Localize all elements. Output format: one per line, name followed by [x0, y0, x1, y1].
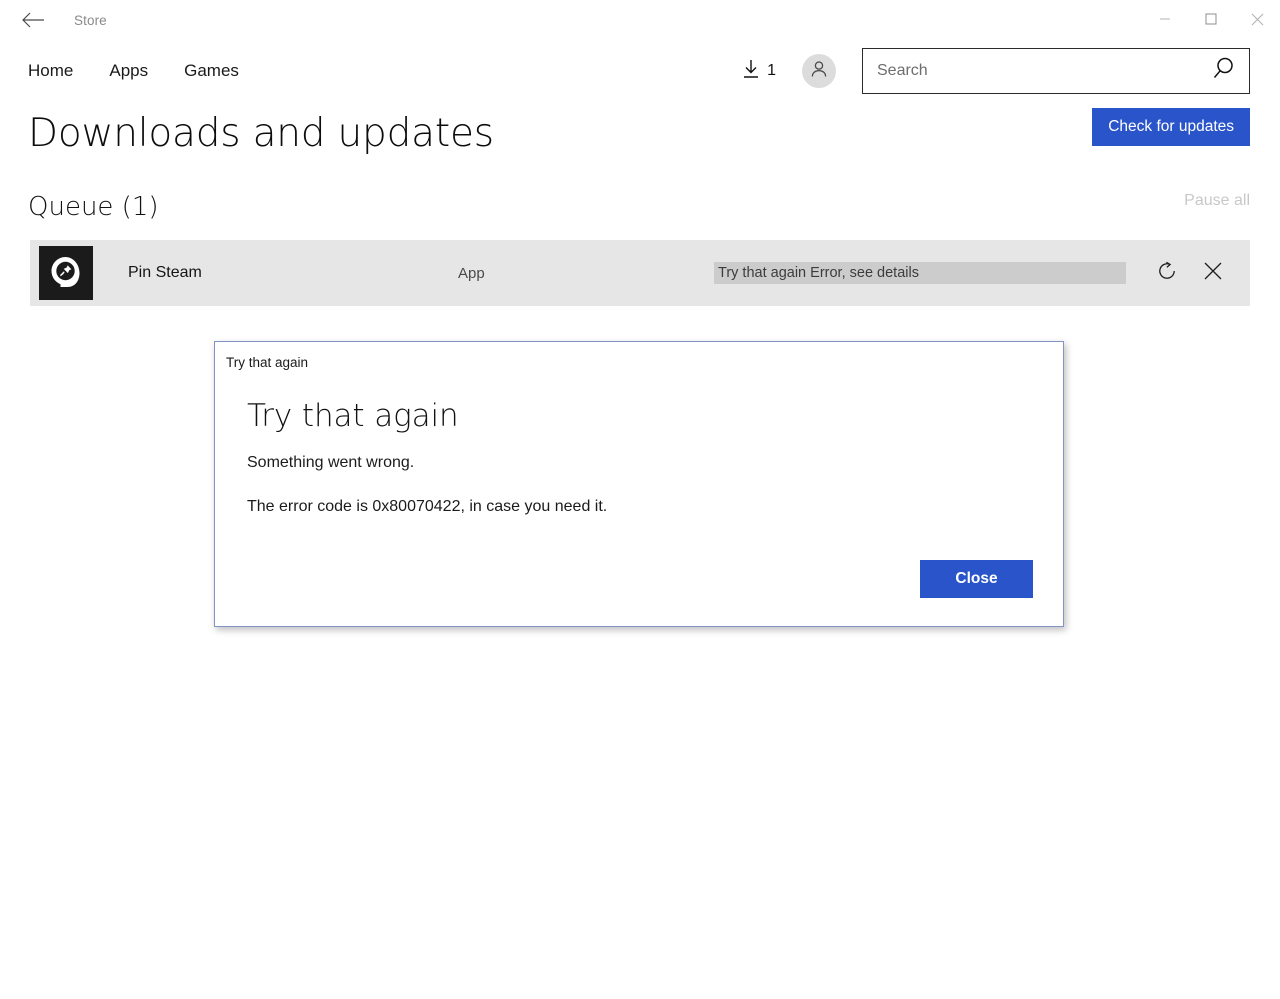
account-avatar[interactable] — [802, 54, 836, 88]
user-avatar-icon — [808, 58, 830, 85]
dialog-titlebar-text: Try that again — [226, 354, 309, 370]
dialog-message-errorcode: The error code is 0x80070422, in case yo… — [247, 498, 608, 515]
queue-row: Pin Steam App Try that again Error, see … — [30, 240, 1250, 306]
nav-links: Home Apps Games — [28, 61, 275, 81]
dialog-body: Try that again Something went wrong. The… — [215, 382, 1063, 516]
nav-right-cluster: 1 — [741, 40, 1250, 102]
dialog-footer: Close — [920, 560, 1033, 598]
queue-item-name: Pin Steam — [128, 264, 202, 281]
search-button[interactable] — [1199, 49, 1249, 93]
minimize-button[interactable] — [1142, 0, 1188, 38]
close-icon — [1251, 13, 1264, 26]
download-arrow-icon — [741, 58, 761, 85]
downloads-count: 1 — [767, 62, 776, 79]
check-for-updates-button[interactable]: Check for updates — [1092, 108, 1250, 146]
retry-button[interactable] — [1144, 250, 1190, 296]
back-arrow-icon — [21, 11, 45, 29]
window-controls — [1142, 0, 1280, 40]
queue-item-progress: Try that again Error, see details — [714, 262, 1126, 284]
search-box[interactable] — [862, 48, 1250, 94]
dialog-titlebar: Try that again — [215, 342, 1063, 382]
pin-steam-app-icon — [39, 246, 93, 300]
downloads-indicator[interactable]: 1 — [741, 58, 776, 85]
app-title: Store — [74, 12, 107, 28]
back-button[interactable] — [10, 4, 56, 36]
dialog-message-primary: Something went wrong. — [247, 454, 415, 471]
pause-all-button[interactable]: Pause all — [1184, 192, 1250, 210]
nav-link-apps[interactable]: Apps — [109, 61, 148, 81]
maximize-icon — [1205, 13, 1217, 25]
page-title: Downloads and updates — [28, 110, 494, 156]
window-titlebar: Store — [0, 0, 1280, 40]
retry-icon — [1156, 260, 1178, 287]
nav-link-games[interactable]: Games — [184, 61, 239, 81]
search-icon — [1211, 56, 1237, 87]
primary-navigation: Home Apps Games 1 — [0, 40, 1280, 102]
dialog-heading: Try that again — [247, 398, 459, 434]
dialog-close-button[interactable]: Close — [920, 560, 1033, 598]
nav-link-home[interactable]: Home — [28, 61, 73, 81]
search-input[interactable] — [863, 49, 1199, 93]
queue-row-actions — [1144, 250, 1236, 296]
cancel-download-button[interactable] — [1190, 250, 1236, 296]
close-icon — [1202, 260, 1224, 287]
queue-title: Queue (1) — [28, 192, 159, 222]
maximize-button[interactable] — [1188, 0, 1234, 38]
page-header: Downloads and updates — [0, 102, 1280, 164]
window-close-button[interactable] — [1234, 0, 1280, 38]
queue-item-status: Try that again Error, see details — [718, 265, 919, 281]
queue-header: Queue (1) Pause all — [0, 190, 1280, 224]
error-dialog: Try that again Try that again Something … — [214, 341, 1064, 627]
queue-item-kind: App — [458, 264, 485, 282]
minimize-icon — [1159, 13, 1171, 25]
